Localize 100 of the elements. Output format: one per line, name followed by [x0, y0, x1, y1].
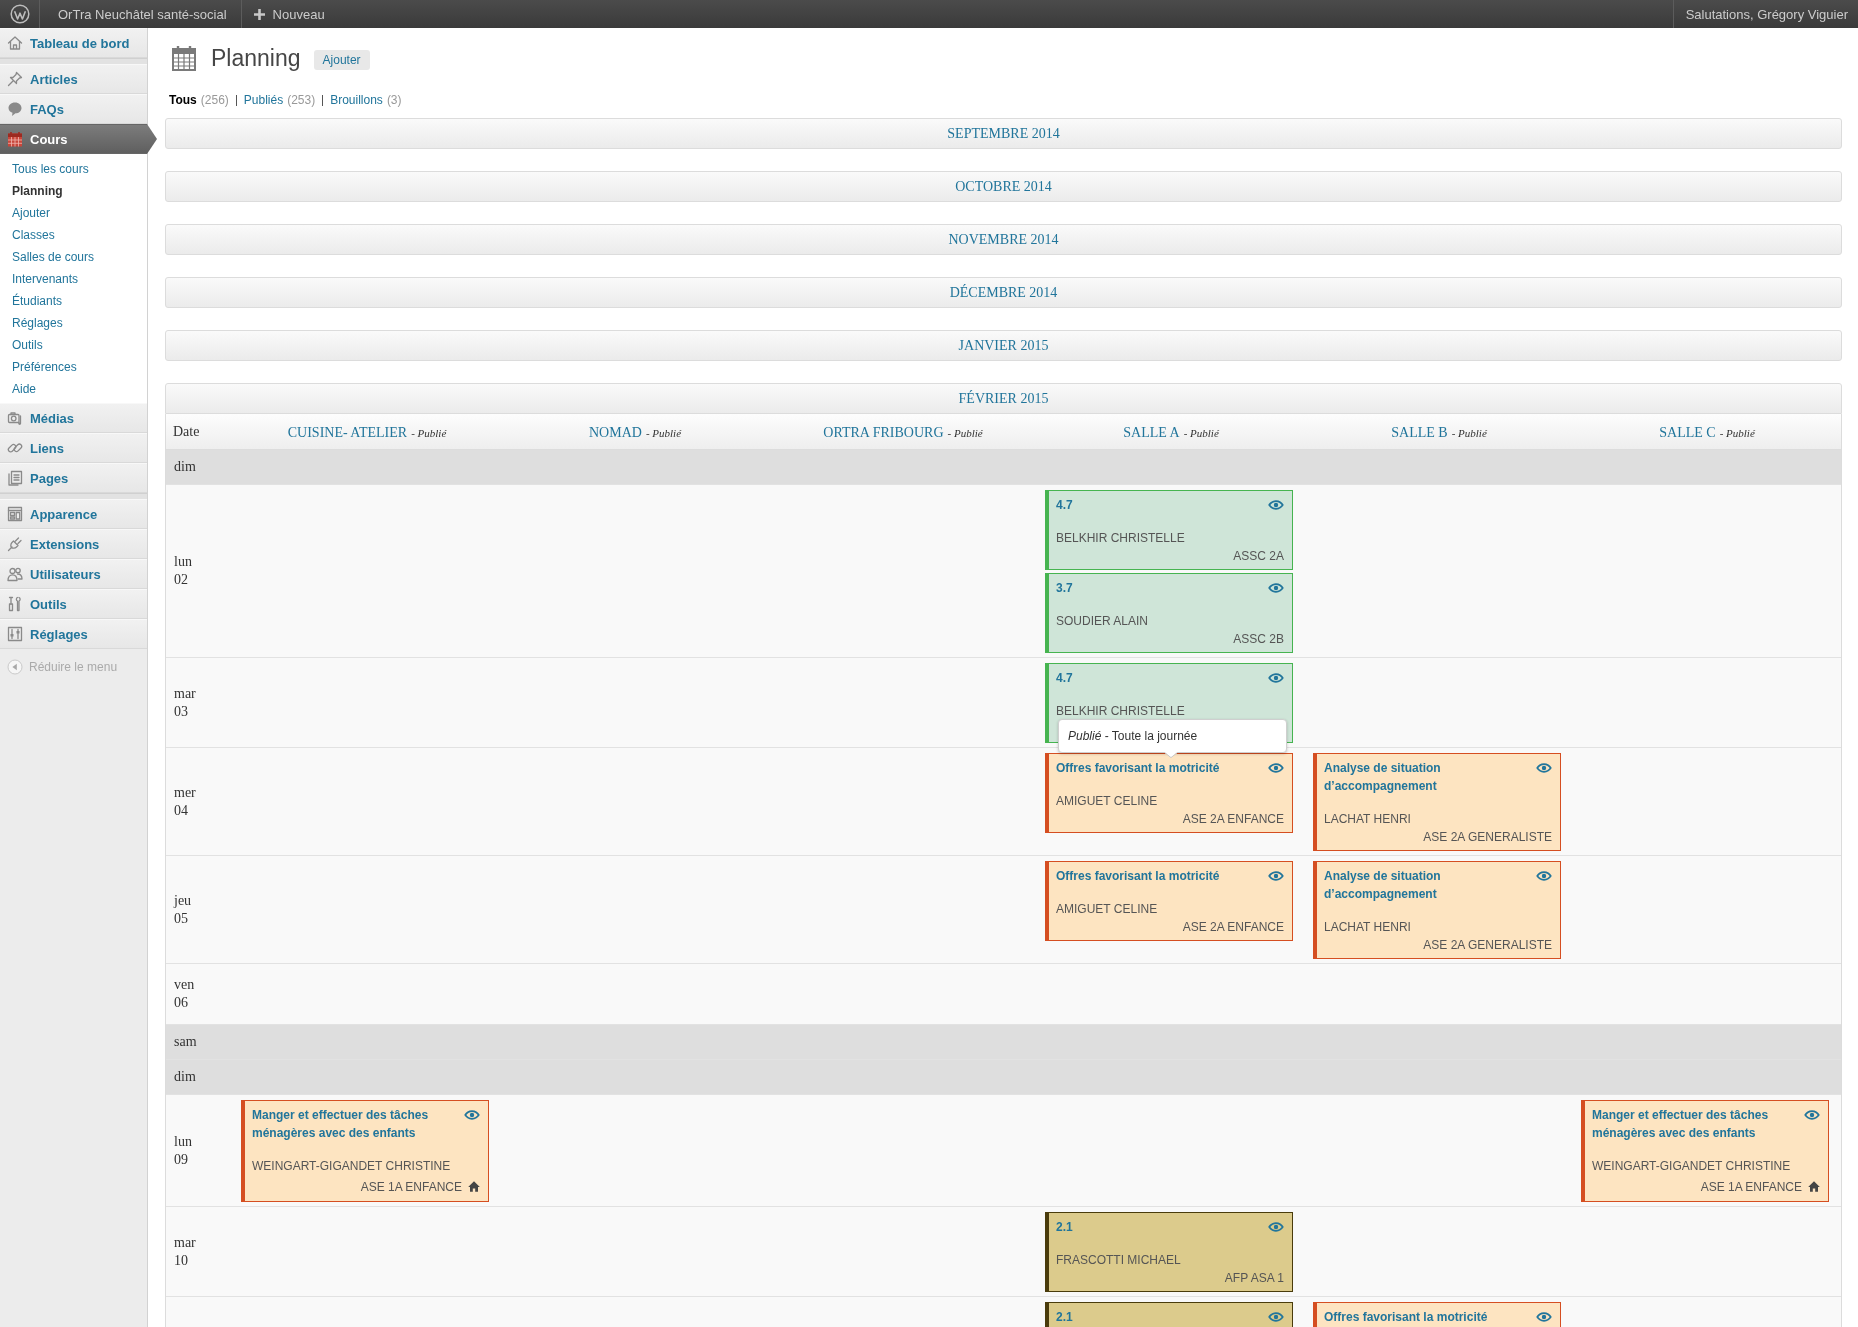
month-header[interactable]: DÉCEMBRE 2014	[165, 277, 1842, 308]
greeting-link[interactable]: Salutations, Grégory Viguier	[1672, 0, 1858, 28]
submenu-item[interactable]: Outils	[0, 334, 147, 356]
submenu-item[interactable]: Aide	[0, 378, 147, 400]
day-number: 06	[174, 994, 188, 1012]
person-name: AMIGUET CELINE	[1056, 901, 1158, 917]
new-menu-button[interactable]: Nouveau	[241, 0, 335, 28]
sidebar-item[interactable]: Liens	[0, 433, 147, 463]
event-title-link[interactable]: 4.7	[1056, 496, 1260, 514]
event-title-link[interactable]: 4.7	[1056, 669, 1260, 687]
submenu-item[interactable]: Intervenants	[0, 268, 147, 290]
eye-icon[interactable]	[1536, 1312, 1552, 1322]
sliders-icon	[7, 626, 23, 642]
day-number: 04	[174, 801, 188, 820]
submenu-item[interactable]: Planning	[0, 180, 147, 202]
add-button[interactable]: Ajouter	[313, 49, 370, 70]
month-header[interactable]: FÉVRIER 2015	[165, 383, 1842, 414]
speech-bubble-icon	[7, 101, 23, 117]
weekday-label: jeu	[174, 891, 192, 910]
weekday-label: mar	[174, 684, 196, 703]
weekday-label: lun	[174, 553, 192, 571]
sidebar-item[interactable]: Réglages	[0, 619, 147, 649]
room-link[interactable]: SALLE A	[1123, 424, 1180, 440]
event-title-link[interactable]: Manger et effectuer des tâches ménagères avec des enfants	[252, 1106, 456, 1142]
tools-icon	[7, 596, 23, 612]
sidebar-item[interactable]: Articles	[0, 64, 147, 94]
eye-icon[interactable]	[1268, 1312, 1284, 1322]
event-title-link[interactable]: Manger et effectuer des tâches ménagères avec des enfants	[1592, 1106, 1796, 1142]
day-number: 05	[174, 909, 188, 928]
layout-icon	[7, 506, 23, 522]
submenu-item[interactable]: Classes	[0, 224, 147, 246]
month-header[interactable]: NOVEMBRE 2014	[165, 224, 1842, 255]
weekday-label: dim	[174, 1068, 196, 1086]
day-number: 10	[174, 1251, 188, 1270]
sidebar-item[interactable]: Utilisateurs	[0, 559, 147, 589]
month-header[interactable]: OCTOBRE 2014	[165, 171, 1842, 202]
eye-icon[interactable]	[1536, 763, 1552, 773]
room-link[interactable]: NOMAD	[589, 424, 642, 440]
person-name: FRASCOTTI MICHAEL	[1056, 1252, 1181, 1268]
sidebar-item[interactable]: Extensions	[0, 529, 147, 559]
weekday-label: ven	[174, 976, 195, 994]
sidebar-item[interactable]: Médias	[0, 403, 147, 433]
class-label: ASE 1A ENFANCE	[360, 1178, 462, 1195]
room-link[interactable]: SALLE C	[1659, 424, 1716, 440]
sidebar-item[interactable]: Pages	[0, 463, 147, 493]
person-name: LACHAT HENRI	[1324, 811, 1411, 827]
person-name: WEINGART-GIGANDET CHRISTINE	[1592, 1158, 1791, 1174]
eye-icon[interactable]	[1268, 871, 1284, 881]
submenu-item[interactable]: Étudiants	[0, 290, 147, 312]
event-title-link[interactable]: Analyse de situation d’accompagnement	[1324, 867, 1528, 903]
weekday-label: mer	[174, 783, 196, 802]
publish-status: - Publié	[947, 426, 983, 439]
event-title-link[interactable]: Offres favorisant la motricité	[1056, 759, 1260, 777]
class-label: ASE 2A GENERALISTE	[1423, 829, 1552, 845]
chain-link-icon	[7, 440, 23, 456]
eye-icon[interactable]	[464, 1110, 480, 1120]
room-link[interactable]: ORTRA FRIBOURG	[823, 424, 944, 440]
class-label: ASSC 2A	[1233, 548, 1284, 564]
event-title-link[interactable]: Offres favorisant la motricité	[1056, 867, 1260, 885]
person-name: BELKHIR CHRISTELLE	[1056, 703, 1185, 719]
room-link[interactable]: SALLE B	[1391, 424, 1448, 440]
eye-icon[interactable]	[1804, 1110, 1820, 1120]
filter-link[interactable]: Tous	[169, 92, 197, 108]
filter-link[interactable]: Publiés	[243, 92, 284, 108]
sidebar-item[interactable]: Cours	[0, 124, 157, 154]
event-title-link[interactable]: Analyse de situation d’accompagnement	[1324, 759, 1528, 795]
event-title-link[interactable]: 3.7	[1056, 579, 1260, 597]
eye-icon[interactable]	[1268, 500, 1284, 510]
submenu-item[interactable]: Tous les cours	[0, 158, 147, 180]
sidebar-item[interactable]: FAQs	[0, 94, 147, 124]
eye-icon[interactable]	[1268, 763, 1284, 773]
filter-link[interactable]: Brouillons	[330, 92, 383, 108]
submenu-item[interactable]: Salles de cours	[0, 246, 147, 268]
month-header[interactable]: JANVIER 2015	[165, 330, 1842, 361]
eye-icon[interactable]	[1268, 583, 1284, 593]
class-label: AFP ASA 1	[1224, 1270, 1284, 1286]
eye-icon[interactable]	[1268, 1222, 1284, 1232]
sidebar-item[interactable]: Outils	[0, 589, 147, 619]
eye-icon[interactable]	[1268, 673, 1284, 683]
event-title-link[interactable]: 2.1	[1056, 1308, 1260, 1326]
round-logo-icon[interactable]	[9, 4, 30, 24]
pushpin-icon	[7, 71, 23, 87]
users-icon	[7, 566, 23, 582]
room-link[interactable]: CUISINE- ATELIER	[287, 424, 408, 440]
event-title-link[interactable]: 2.1	[1056, 1218, 1260, 1236]
submenu-item[interactable]: Réglages	[0, 312, 147, 334]
page-title: Planning	[211, 44, 301, 72]
event-title-link[interactable]: Offres favorisant la motricité	[1324, 1308, 1528, 1326]
eye-icon[interactable]	[1536, 871, 1552, 881]
sidebar-item[interactable]: Tableau de bord	[0, 28, 147, 58]
day-number: 03	[174, 702, 188, 721]
submenu-item[interactable]: Ajouter	[0, 202, 147, 224]
publish-status: - Publié	[1451, 426, 1487, 439]
submenu-item[interactable]: Préférences	[0, 356, 147, 378]
class-label: ASE 2A ENFANCE	[1182, 919, 1284, 935]
weekday-label: sam	[174, 1033, 197, 1051]
class-label: ASE 2A GENERALISTE	[1423, 937, 1552, 953]
item-count: (3)	[386, 92, 402, 108]
month-header[interactable]: SEPTEMBRE 2014	[165, 118, 1842, 149]
sidebar-item[interactable]: Apparence	[0, 499, 147, 529]
